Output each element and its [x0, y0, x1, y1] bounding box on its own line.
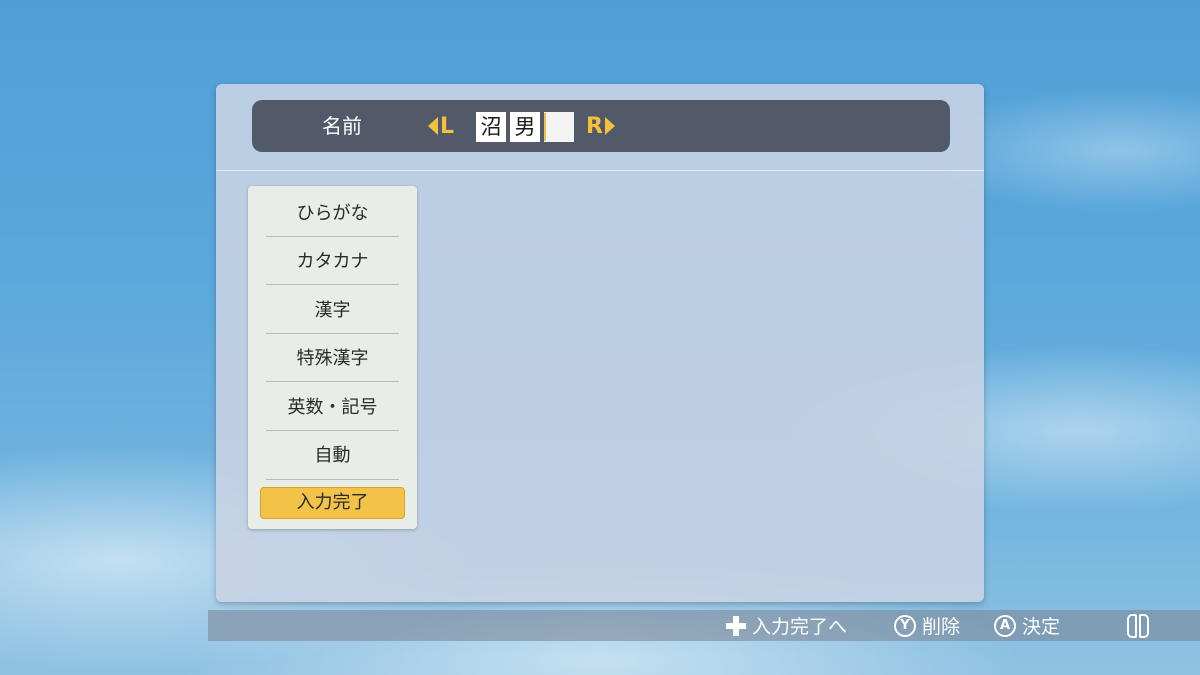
- hint-a[interactable]: A 決定: [994, 612, 1060, 639]
- hint-y-label: 削除: [922, 616, 961, 638]
- input-done-button[interactable]: 入力完了: [260, 487, 405, 519]
- menu-separator: [266, 284, 399, 285]
- name-entry-panel: 名前 L 沼 男 R ひらがな カタカナ 漢字 特殊漢字 英数・記号 自動 入力…: [216, 84, 984, 602]
- controls-hint-bar: 入力完了へ Y 削除 A 決定: [208, 610, 1200, 641]
- l-button-label: L: [440, 113, 455, 139]
- r-button-label: R: [586, 113, 603, 139]
- joycon-left-icon: [1127, 614, 1137, 638]
- menu-item-special-kanji[interactable]: 特殊漢字: [266, 334, 399, 382]
- menu-item-kanji[interactable]: 漢字: [266, 286, 399, 334]
- menu-item-auto[interactable]: 自動: [266, 431, 399, 479]
- a-button-icon: A: [994, 614, 1016, 637]
- joycon-right-icon: [1139, 614, 1149, 638]
- text-cursor: [544, 113, 546, 141]
- r-shoulder-button[interactable]: R: [586, 112, 615, 140]
- name-bar: 名前 L 沼 男 R: [252, 100, 950, 152]
- name-char-3[interactable]: [544, 112, 574, 142]
- name-label: 名前: [322, 114, 362, 138]
- name-char-1[interactable]: 沼: [476, 112, 506, 142]
- input-mode-menu: ひらがな カタカナ 漢字 特殊漢字 英数・記号 自動 入力完了: [248, 186, 417, 529]
- hint-y[interactable]: Y 削除: [894, 612, 960, 639]
- joycon-icon: [1127, 614, 1149, 638]
- triangle-right-icon: [604, 117, 615, 135]
- menu-separator: [266, 381, 399, 382]
- panel-divider: [216, 170, 984, 171]
- hint-a-label: 決定: [1022, 616, 1061, 638]
- menu-separator: [266, 479, 399, 480]
- plus-button-icon: [726, 615, 746, 636]
- hint-plus[interactable]: 入力完了へ: [726, 612, 847, 639]
- name-char-2[interactable]: 男: [510, 112, 540, 142]
- menu-item-alphanumeric-symbols[interactable]: 英数・記号: [266, 383, 399, 431]
- triangle-left-icon: [428, 117, 438, 135]
- y-button-icon: Y: [894, 614, 916, 637]
- menu-item-katakana[interactable]: カタカナ: [266, 237, 399, 285]
- hint-plus-label: 入力完了へ: [752, 616, 848, 638]
- l-shoulder-button[interactable]: L: [428, 112, 454, 140]
- menu-item-hiragana[interactable]: ひらがな: [266, 189, 399, 237]
